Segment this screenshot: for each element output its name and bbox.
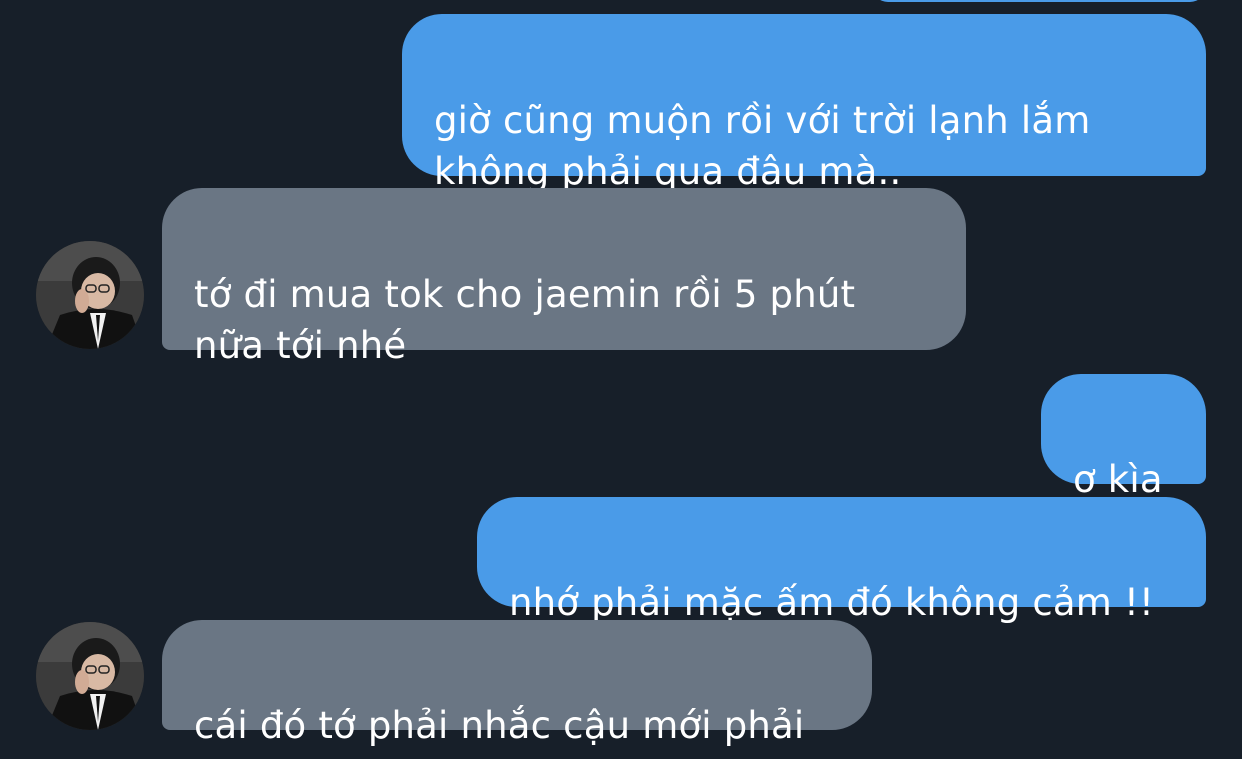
incoming-message-bubble[interactable]: tớ đi mua tok cho jaemin rồi 5 phút nữa …: [162, 188, 966, 367]
message-text: tớ đi mua tok cho jaemin rồi 5 phút nữa …: [194, 273, 856, 367]
avatar-icon: [36, 241, 144, 349]
avatar-icon: [36, 622, 144, 730]
message-text: ơ kìa: [1073, 458, 1163, 501]
incoming-message-bubble[interactable]: cái đó tớ phải nhắc cậu mới phải: [162, 620, 872, 747]
message-text: cái đó tớ phải nhắc cậu mới phải: [194, 704, 805, 747]
outgoing-message-bubble[interactable]: ơ kìa: [1041, 374, 1206, 501]
outgoing-message-bubble[interactable]: nhớ phải mặc ấm đó không cảm !!: [477, 497, 1206, 624]
contact-avatar-icon[interactable]: [36, 241, 144, 349]
message-text: nhớ phải mặc ấm đó không cảm !!: [509, 581, 1155, 624]
outgoing-message-bubble[interactable]: giờ cũng muộn rồi với trời lạnh lắm khôn…: [402, 14, 1206, 193]
contact-avatar-icon[interactable]: [36, 622, 144, 730]
message-text: giờ cũng muộn rồi với trời lạnh lắm khôn…: [434, 99, 1091, 193]
previous-message-bubble: [872, 0, 1206, 2]
message-thread: giờ cũng muộn rồi với trời lạnh lắm khôn…: [0, 0, 1242, 759]
